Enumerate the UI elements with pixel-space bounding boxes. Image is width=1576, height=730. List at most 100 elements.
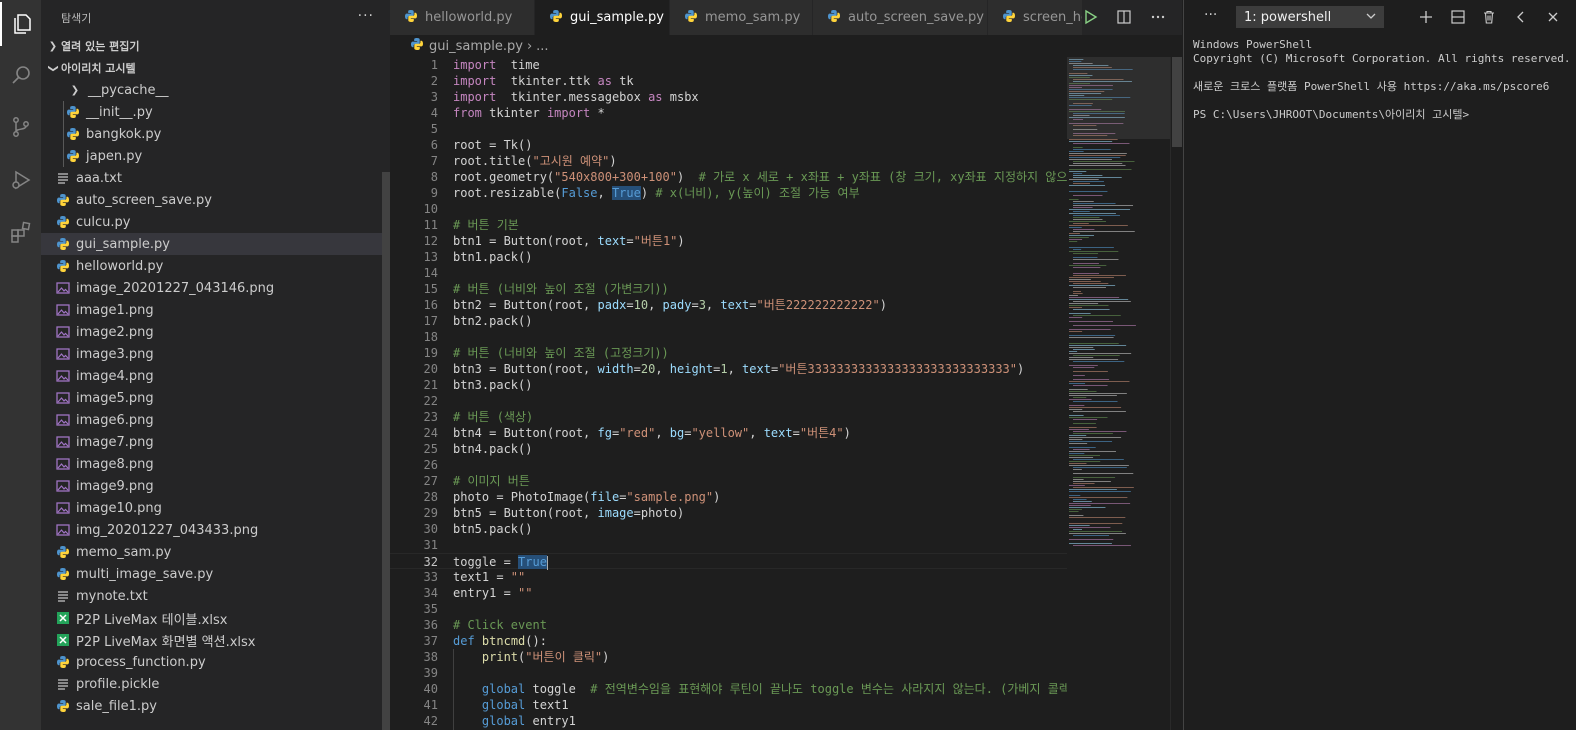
tab-gui-sample[interactable]: gui_sample.py ✕ (535, 0, 670, 35)
code-line[interactable]: 40 global toggle # 전역변수임을 표현해야 루틴이 끝나도 t… (390, 681, 1070, 697)
file-item[interactable]: image2.png (41, 321, 390, 343)
file-item[interactable]: image9.png (41, 475, 390, 497)
file-item[interactable]: bangkok.py (41, 123, 390, 145)
code-line[interactable]: 25 btn4.pack() (390, 441, 1070, 457)
code-line[interactable]: 24 btn4 = Button(root, fg="red", bg="yell… (390, 425, 1070, 441)
close-panel-icon[interactable] (1545, 9, 1561, 25)
file-item[interactable]: img_20201227_043433.png (41, 519, 390, 541)
file-item[interactable]: image6.png (41, 409, 390, 431)
code-line[interactable]: 27 # 이미지 버튼 (390, 473, 1070, 489)
code-line[interactable]: 8 root.geometry("540x800+300+100") # 가로 x… (390, 169, 1070, 185)
trash-icon[interactable] (1481, 9, 1497, 25)
code-line[interactable]: 34 entry1 = "" (390, 585, 1070, 601)
file-item[interactable]: culcu.py (41, 211, 390, 233)
code-line[interactable]: 37 def btncmd(): (390, 633, 1070, 649)
file-item[interactable]: image5.png (41, 387, 390, 409)
code-editor[interactable]: 1 import time 2 import tkinter.ttk as tk 3 im… (390, 57, 1070, 730)
file-item[interactable]: image1.png (41, 299, 390, 321)
minimap[interactable] (1067, 57, 1170, 730)
file-item[interactable]: gui_sample.py (41, 233, 390, 255)
more-actions-icon[interactable]: ··· (358, 8, 374, 24)
more-actions-icon[interactable] (1150, 9, 1166, 25)
code-line[interactable]: 30 btn5.pack() (390, 521, 1070, 537)
code-line[interactable]: 26 (390, 457, 1070, 473)
code-line[interactable]: 18 (390, 329, 1070, 345)
code-line[interactable]: 4 from tkinter import * (390, 105, 1070, 121)
file-item[interactable]: auto_screen_save.py (41, 189, 390, 211)
tab-memo-sam[interactable]: memo_sam.py (670, 0, 813, 35)
file-item[interactable]: mynote.txt (41, 585, 390, 607)
file-item[interactable]: process_function.py (41, 651, 390, 673)
open-editors-section[interactable]: ❯ 열려 있는 편집기 (41, 35, 390, 57)
code-line[interactable]: 1 import time (390, 57, 1070, 73)
file-item[interactable]: image7.png (41, 431, 390, 453)
search-icon[interactable] (0, 53, 41, 97)
file-item[interactable]: image4.png (41, 365, 390, 387)
file-item[interactable]: aaa.txt (41, 167, 390, 189)
file-item[interactable]: image_20201227_043146.png (41, 277, 390, 299)
scrollbar-thumb[interactable] (1172, 57, 1182, 147)
code-line[interactable]: 22 (390, 393, 1070, 409)
code-line[interactable]: 31 (390, 537, 1070, 553)
file-item[interactable]: P2P LiveMax 화면별 액션.xlsx (41, 629, 390, 651)
sidebar-scrollbar[interactable] (382, 172, 390, 730)
file-item[interactable]: profile.pickle (41, 673, 390, 695)
terminal-select[interactable]: 1: powershell (1236, 6, 1384, 28)
code-line[interactable]: 11 # 버튼 기본 (390, 217, 1070, 233)
source-control-icon[interactable] (0, 105, 41, 149)
code-line[interactable]: 36 # Click event (390, 617, 1070, 633)
file-item[interactable]: multi_image_save.py (41, 563, 390, 585)
file-item[interactable]: image8.png (41, 453, 390, 475)
split-terminal-icon[interactable] (1450, 9, 1466, 25)
code-line[interactable]: 42 global entry1 (390, 713, 1070, 729)
code-line[interactable]: 39 (390, 665, 1070, 681)
file-item[interactable]: __init__.py (41, 101, 390, 123)
code-line[interactable]: 3 import tkinter.messagebox as msbx (390, 89, 1070, 105)
code-line[interactable]: 13 btn1.pack() (390, 249, 1070, 265)
editor-scrollbar[interactable] (1170, 57, 1182, 730)
tab-auto-screen-save[interactable]: auto_screen_save.py (813, 0, 988, 35)
code-line[interactable]: 6 root = Tk() (390, 137, 1070, 153)
minimap-viewport[interactable] (1067, 57, 1170, 139)
code-line[interactable]: 23 # 버튼 (색상) (390, 409, 1070, 425)
run-debug-icon[interactable] (0, 158, 41, 202)
extensions-icon[interactable] (0, 210, 41, 254)
code-line[interactable]: 7 root.title("고시원 예약") (390, 153, 1070, 169)
code-line[interactable]: 32 toggle = True (390, 553, 1070, 570)
code-line[interactable]: 20 btn3 = Button(root, width=20, height=1… (390, 361, 1070, 377)
folder-section[interactable]: ❯ 아이리치 고시텔 (41, 57, 390, 79)
tab-helloworld[interactable]: helloworld.py (390, 0, 535, 35)
code-line[interactable]: 5 (390, 121, 1070, 137)
code-line[interactable]: 29 btn5 = Button(root, image=photo) (390, 505, 1070, 521)
folder-item[interactable]: ❯ __pycache__ (41, 79, 390, 101)
code-line[interactable]: 15 # 버튼 (너비와 높이 조절 (가변크기)) (390, 281, 1070, 297)
chevron-left-icon[interactable] (1513, 9, 1529, 25)
terminal-more-icon[interactable]: ··· (1204, 7, 1217, 23)
file-item[interactable]: memo_sam.py (41, 541, 390, 563)
tab-screen-ho[interactable]: screen_ho (988, 0, 1084, 35)
breadcrumb-file[interactable]: gui_sample.py (429, 39, 523, 54)
file-item[interactable]: image3.png (41, 343, 390, 365)
file-item[interactable]: sale_file1.py (41, 695, 390, 717)
code-line[interactable]: 33 text1 = "" (390, 569, 1070, 585)
code-line[interactable]: 19 # 버튼 (너비와 높이 조절 (고정크기)) (390, 345, 1070, 361)
file-item[interactable]: japen.py (41, 145, 390, 167)
code-line[interactable]: 17 btn2.pack() (390, 313, 1070, 329)
explorer-icon[interactable] (0, 2, 41, 46)
breadcrumb-symbols[interactable]: ... (536, 39, 548, 54)
code-line[interactable]: 28 photo = PhotoImage(file="sample.png") (390, 489, 1070, 505)
file-item[interactable]: P2P LiveMax 테이블.xlsx (41, 607, 390, 629)
code-line[interactable]: 21 btn3.pack() (390, 377, 1070, 393)
code-line[interactable]: 2 import tkinter.ttk as tk (390, 73, 1070, 89)
run-icon[interactable] (1082, 9, 1098, 25)
code-line[interactable]: 35 (390, 601, 1070, 617)
terminal-output[interactable]: Windows PowerShell Copyright (C) Microsof… (1193, 38, 1571, 122)
code-line[interactable]: 41 global text1 (390, 697, 1070, 713)
code-line[interactable]: 9 root.resizable(False, True) # x(너비), y(… (390, 185, 1070, 201)
file-item[interactable]: helloworld.py (41, 255, 390, 277)
add-terminal-icon[interactable] (1418, 9, 1434, 25)
code-line[interactable]: 10 (390, 201, 1070, 217)
code-line[interactable]: 14 (390, 265, 1070, 281)
file-item[interactable]: image10.png (41, 497, 390, 519)
code-line[interactable]: 16 btn2 = Button(root, padx=10, pady=3, t… (390, 297, 1070, 313)
